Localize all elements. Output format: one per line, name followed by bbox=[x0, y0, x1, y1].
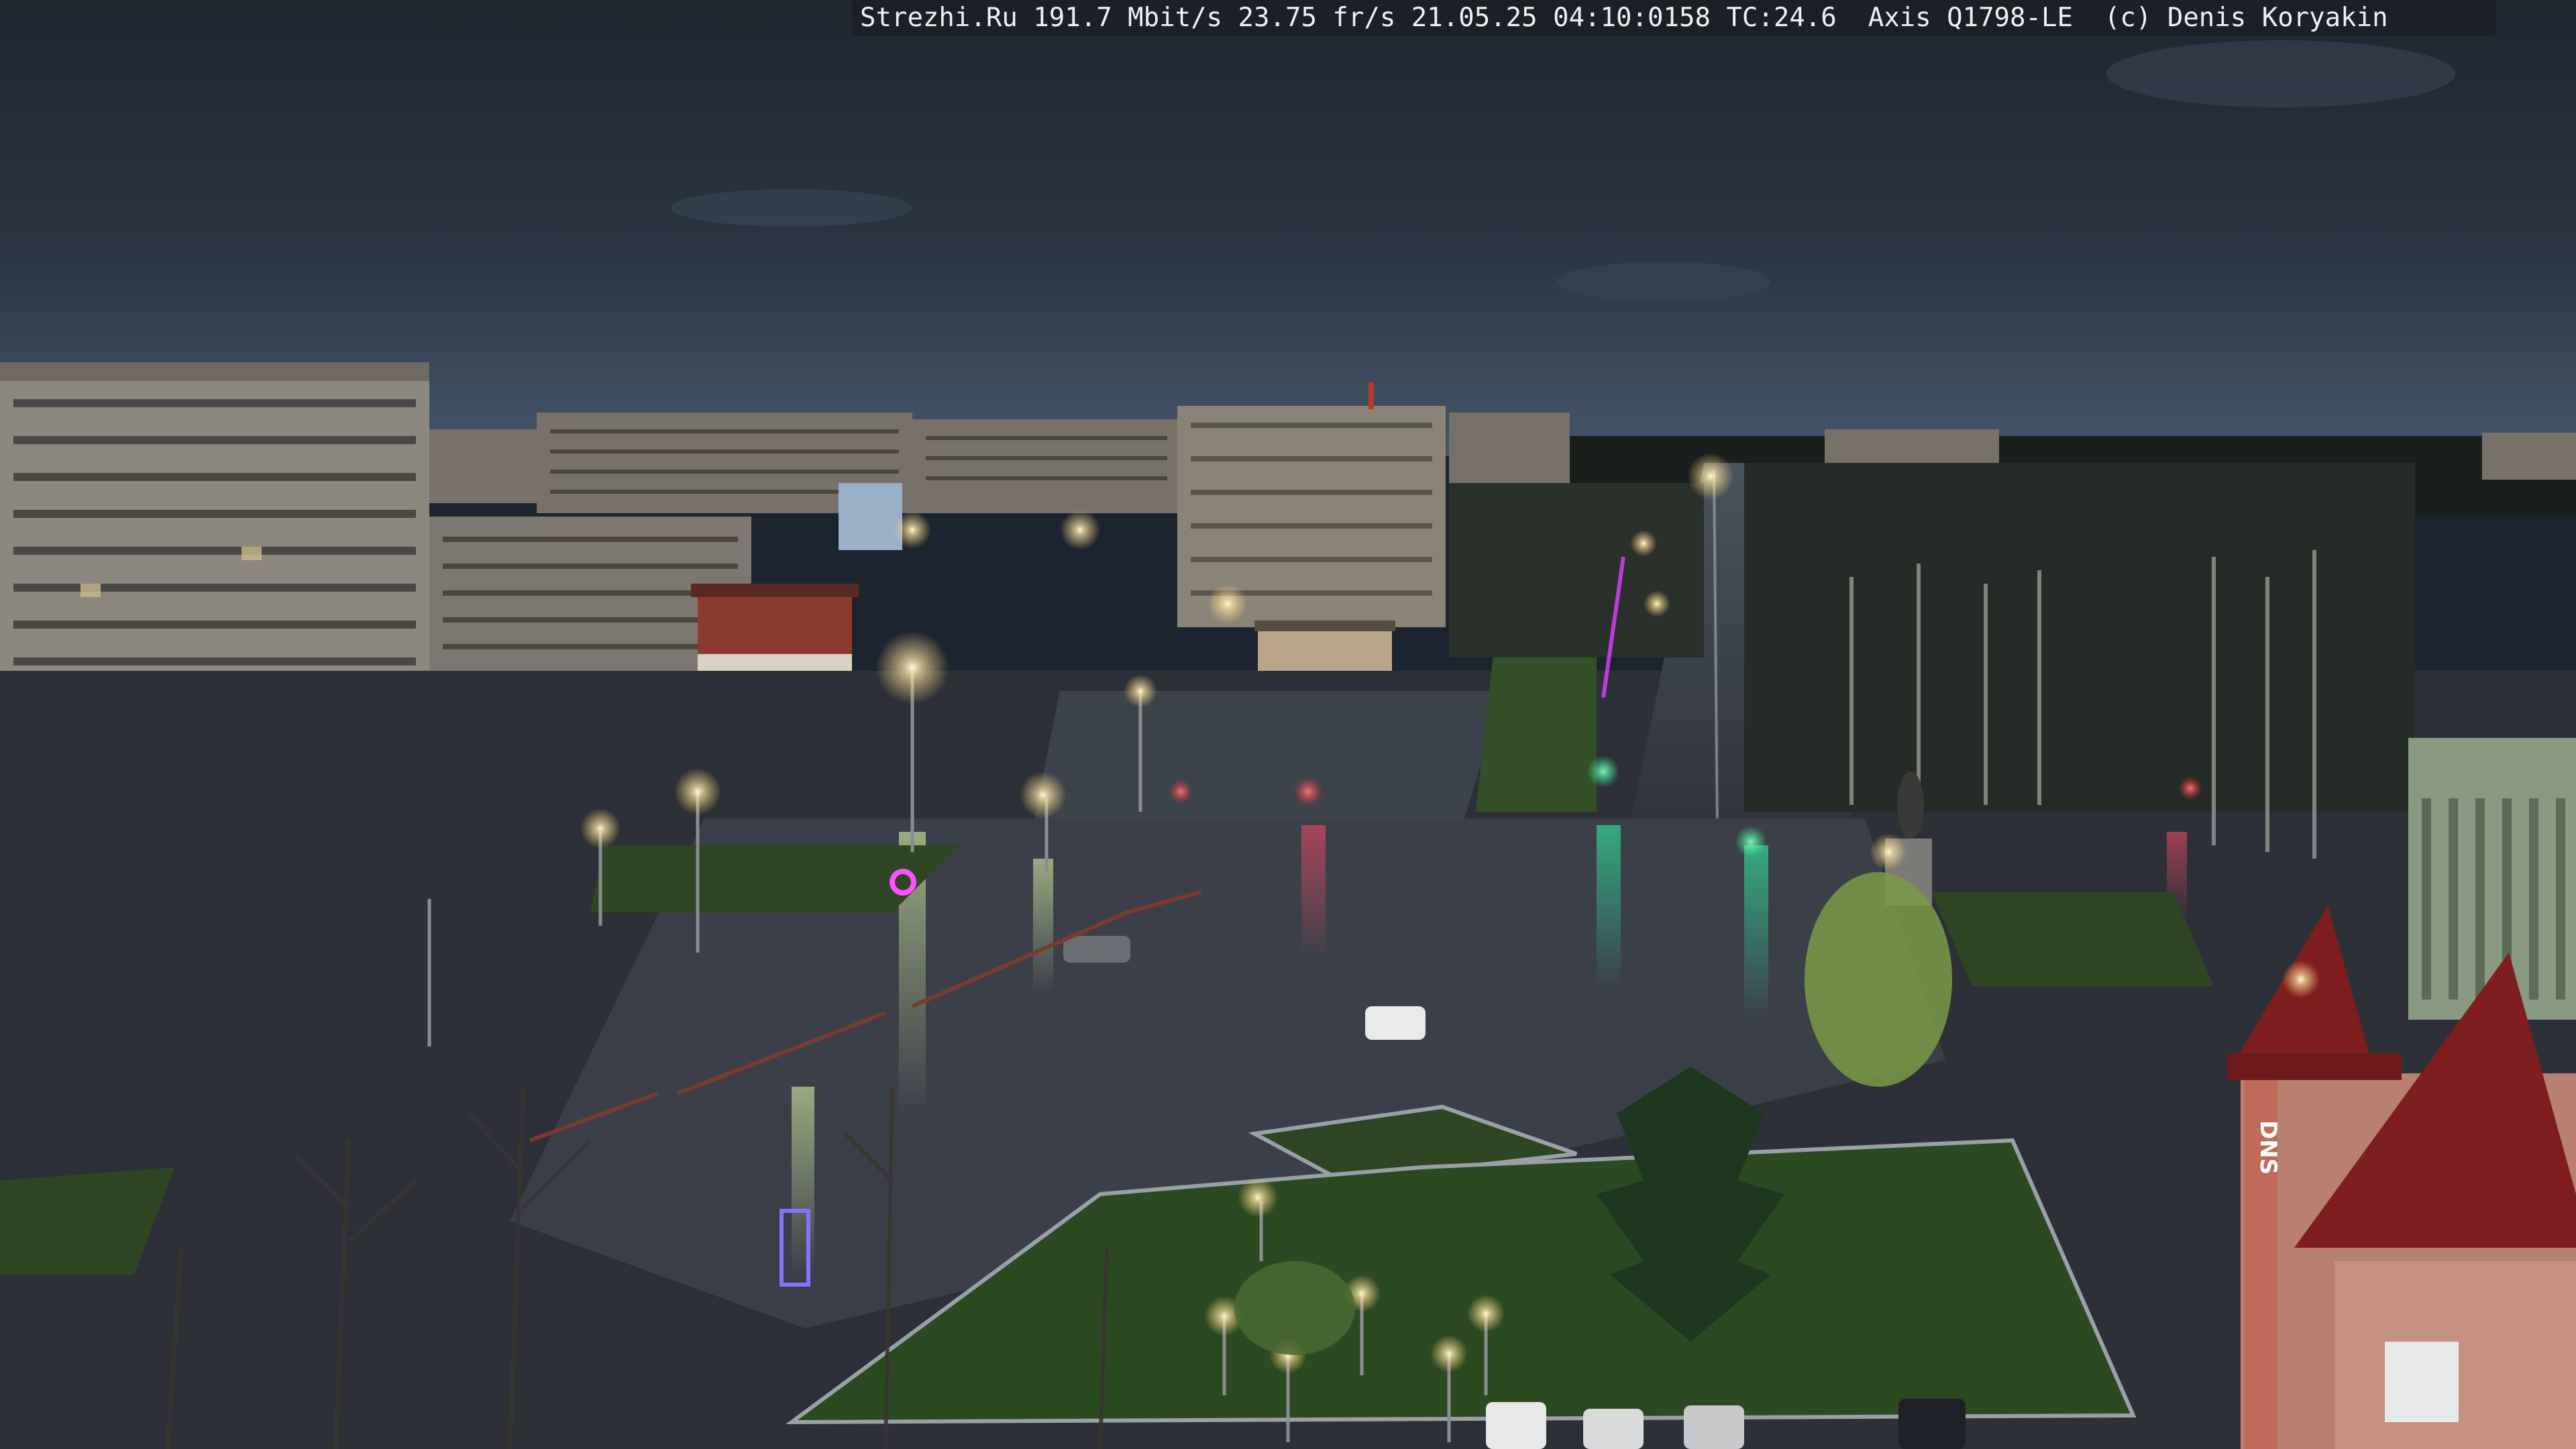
reflection bbox=[1033, 859, 1053, 993]
reflection bbox=[1744, 845, 1768, 1020]
traffic-light-red bbox=[2178, 776, 2202, 800]
pavilion-roof bbox=[1254, 621, 1395, 631]
camera-overlay-caption: Strezhi.Ru 191.7 Mbit/s 23.75 fr/s 21.05… bbox=[852, 0, 2496, 36]
cloud bbox=[671, 189, 912, 227]
reflection bbox=[792, 1087, 814, 1275]
moving-car bbox=[1365, 1006, 1426, 1040]
cloud bbox=[1556, 262, 1771, 302]
blue-roof-tower bbox=[839, 483, 902, 550]
traffic-light-red bbox=[1293, 777, 1323, 806]
traffic-light-green bbox=[1587, 755, 1619, 788]
parked-car bbox=[1684, 1405, 1744, 1449]
parked-car bbox=[1898, 1399, 1966, 1449]
webcam-scene: kari bbox=[0, 0, 2576, 1449]
left-forest bbox=[1449, 483, 1704, 657]
corner-building-sign: DNS bbox=[2255, 1120, 2282, 1175]
reflection bbox=[1301, 825, 1326, 959]
reflection bbox=[1597, 825, 1621, 986]
monument-statue bbox=[1897, 771, 1924, 839]
parked-car bbox=[1063, 936, 1130, 963]
parking-square bbox=[1033, 691, 1503, 825]
parked-car bbox=[1583, 1409, 1644, 1449]
leafy-birch-tree bbox=[1805, 872, 1952, 1087]
shrub bbox=[1234, 1261, 1355, 1355]
parked-car bbox=[1486, 1402, 1546, 1449]
lawn-median-strip bbox=[1476, 631, 1597, 812]
lawn-right-plaza bbox=[1932, 892, 2214, 986]
traffic-light-green bbox=[1735, 826, 1767, 858]
right-forest bbox=[1744, 463, 2415, 859]
cloud bbox=[2106, 40, 2455, 107]
traffic-light-red bbox=[1169, 780, 1193, 804]
